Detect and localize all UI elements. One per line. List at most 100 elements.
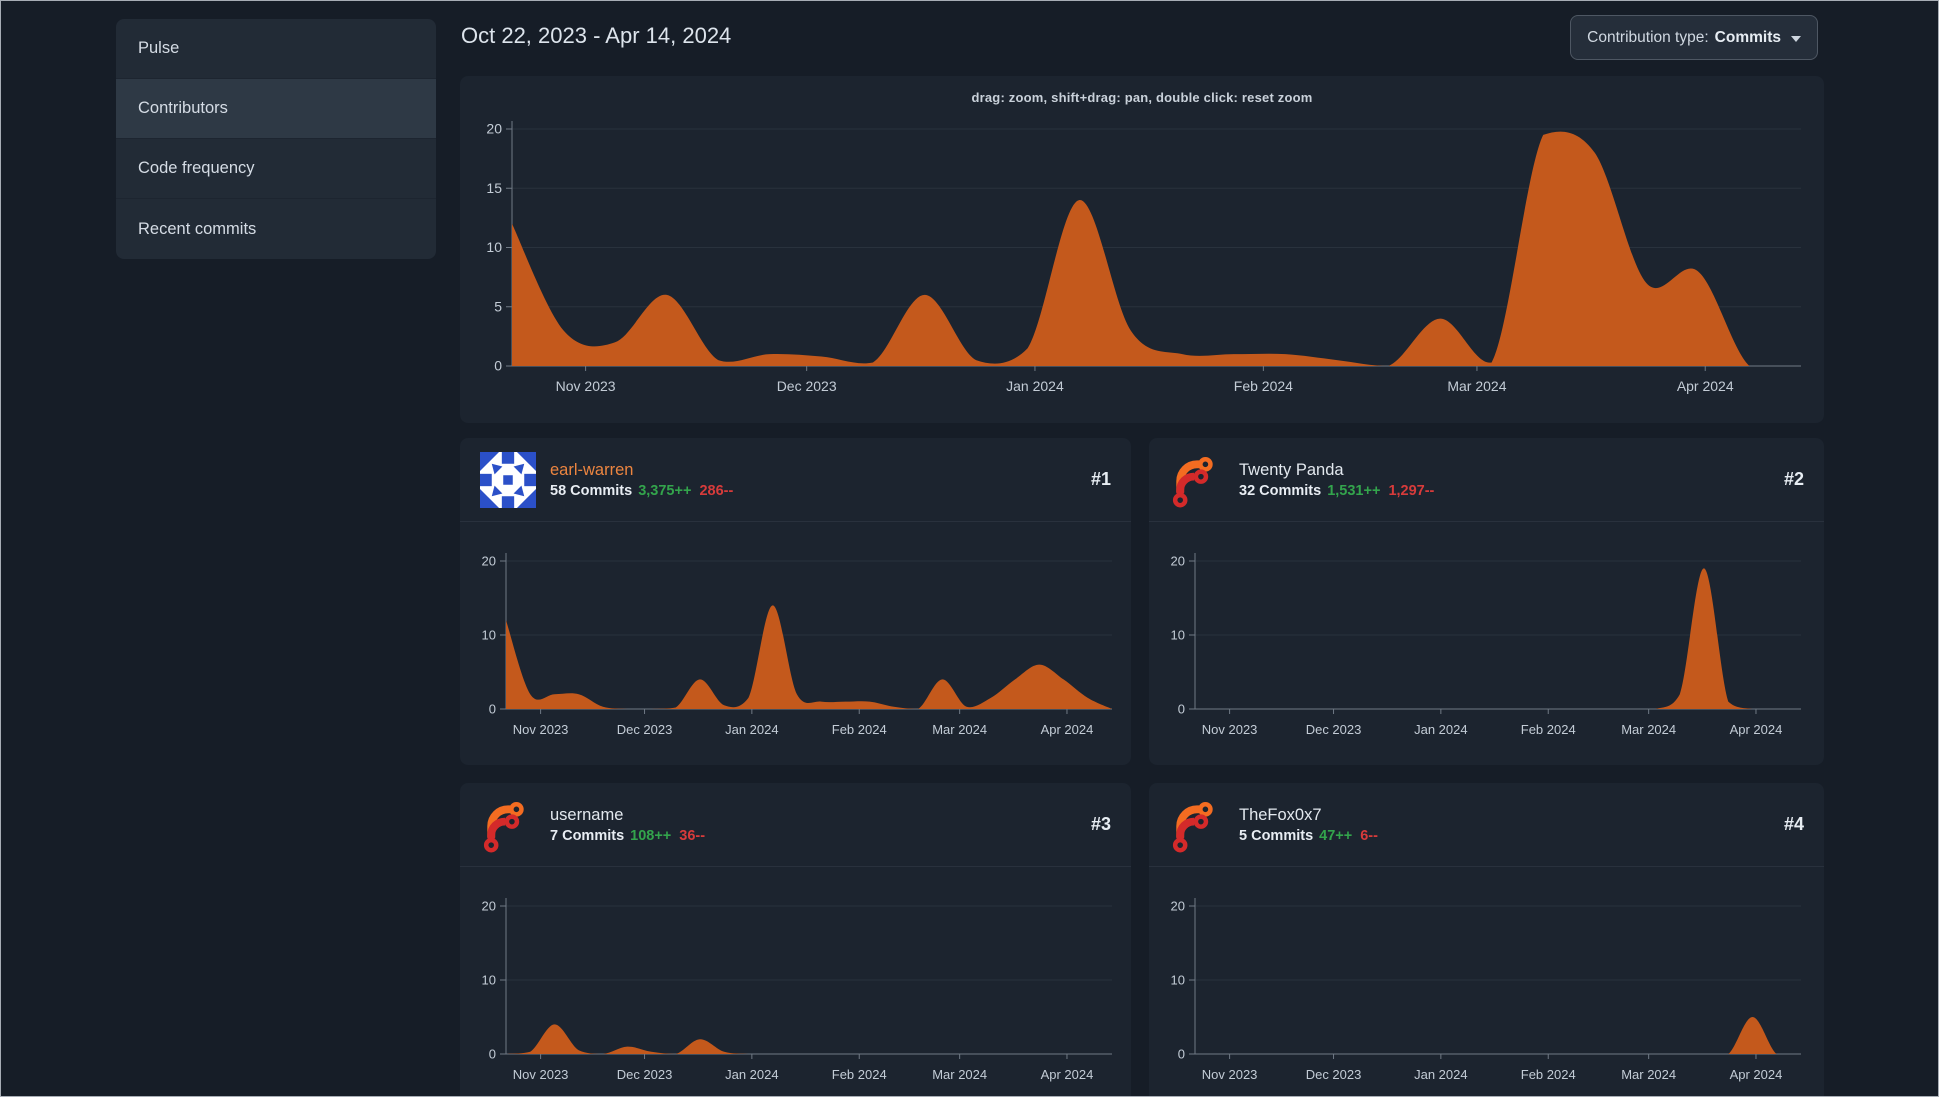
svg-text:20: 20 [482,899,496,914]
sidebar-item-code-frequency[interactable]: Code frequency [116,139,436,199]
svg-text:Mar 2024: Mar 2024 [1621,722,1676,737]
chevron-down-icon [1791,35,1801,42]
contributor-info: Twenty Panda 32 Commits 1,531++ 1,297-- [1239,461,1434,499]
svg-text:10: 10 [1171,973,1185,988]
contributor-card: TheFox0x7 5 Commits 47++ 6-- #4 0 10 20 Nov 2… [1149,783,1824,1097]
additions-count: 108++ [630,827,672,844]
sidebar-item-pulse[interactable]: Pulse [116,19,436,79]
contribution-type-label: Contribution type: [1587,28,1709,46]
svg-text:Feb 2024: Feb 2024 [1234,378,1293,394]
svg-text:Mar 2024: Mar 2024 [1447,378,1506,394]
main-chart-panel: drag: zoom, shift+drag: pan, double clic… [460,76,1824,423]
date-range-title: Oct 22, 2023 - Apr 14, 2024 [461,23,732,48]
contributor-rank-badge: #2 [1783,469,1804,489]
svg-text:10: 10 [482,628,496,643]
contributor-stats: 32 Commits 1,531++ 1,297-- [1239,483,1434,499]
svg-text:Jan 2024: Jan 2024 [1006,378,1064,394]
svg-text:10: 10 [486,239,502,255]
svg-text:Nov 2023: Nov 2023 [1202,722,1258,737]
svg-text:20: 20 [1171,554,1185,569]
main-activity-chart[interactable]: 0 5 10 15 20 Nov 2023 Dec 2023 Jan 2024 Feb 2024… [460,76,1824,423]
contributor-info: earl-warren 58 Commits 3,375++ 286-- [550,461,733,499]
contributor-stats: 5 Commits 47++ 6-- [1239,828,1378,844]
forgejo-logo-avatar [1169,452,1225,508]
sidebar-item-recent-commits[interactable]: Recent commits [116,199,436,259]
additions-count: 47++ [1319,827,1353,844]
svg-text:Dec 2023: Dec 2023 [777,378,837,394]
svg-text:0: 0 [489,1047,496,1062]
forgejo-logo-avatar [480,797,536,853]
svg-text:Nov 2023: Nov 2023 [1202,1067,1258,1082]
svg-text:Dec 2023: Dec 2023 [1306,1067,1362,1082]
contributor-name: TheFox0x7 [1239,805,1322,824]
contributor-activity-chart[interactable]: 0 10 20 Nov 2023 Dec 2023 Jan 2024 Feb 2024 Mar… [1149,867,1820,1097]
contribution-type-button[interactable]: Contribution type: Commits [1570,15,1818,60]
contributor-stats: 7 Commits 108++ 36-- [550,828,705,844]
contributor-name-link[interactable]: earl-warren [550,461,733,480]
svg-text:20: 20 [1171,899,1185,914]
svg-text:Mar 2024: Mar 2024 [1621,1067,1676,1082]
svg-text:0: 0 [494,358,502,374]
svg-text:Mar 2024: Mar 2024 [932,722,987,737]
contributor-rank-badge: #3 [1090,814,1111,834]
contributor-activity-chart[interactable]: 0 10 20 Nov 2023 Dec 2023 Jan 2024 Feb 2024 Mar… [1149,522,1820,765]
commit-count: 32 Commits [1239,482,1322,499]
svg-text:Apr 2024: Apr 2024 [1677,378,1734,394]
svg-text:Nov 2023: Nov 2023 [513,1067,569,1082]
svg-text:Dec 2023: Dec 2023 [617,722,673,737]
deletions-count: 36-- [679,827,706,844]
contributor-card: Twenty Panda 32 Commits 1,531++ 1,297-- #2… [1149,438,1824,765]
commit-count: 58 Commits [550,482,633,499]
svg-text:Mar 2024: Mar 2024 [932,1067,987,1082]
contributor-activity-chart[interactable]: 0 10 20 Nov 2023 Dec 2023 Jan 2024 Feb 2024 Mar… [460,867,1131,1097]
contributor-chart-area: 0 10 20 Nov 2023 Dec 2023 Jan 2024 Feb 2024 Mar… [1149,522,1824,765]
svg-text:Jan 2024: Jan 2024 [725,722,779,737]
svg-text:Dec 2023: Dec 2023 [1306,722,1362,737]
svg-text:0: 0 [489,702,496,717]
svg-text:Feb 2024: Feb 2024 [832,1067,887,1082]
contributor-rank-badge: #4 [1783,814,1804,834]
contributor-card: username 7 Commits 108++ 36-- #3 0 10 20 Nov … [460,783,1131,1097]
sidebar-item-contributors[interactable]: Contributors [116,79,436,139]
contributor-card-header: TheFox0x7 5 Commits 47++ 6-- #4 [1149,783,1824,867]
contributors-page: Pulse Contributors Code frequency Recent… [0,0,1939,1097]
contributor-name: username [550,805,624,824]
sidebar-menu: Pulse Contributors Code frequency Recent… [116,19,436,259]
contributor-card-header: earl-warren 58 Commits 3,375++ 286-- #1 [460,438,1131,522]
contributor-rank-badge: #1 [1090,469,1111,489]
svg-text:0: 0 [1178,1047,1185,1062]
svg-text:15: 15 [486,180,502,196]
deletions-count: 286-- [699,482,734,499]
contributor-stats: 58 Commits 3,375++ 286-- [550,483,733,499]
svg-text:Apr 2024: Apr 2024 [1730,1067,1783,1082]
svg-text:Nov 2023: Nov 2023 [556,378,616,394]
additions-count: 3,375++ [638,482,692,499]
deletions-count: 6-- [1360,827,1378,844]
forgejo-logo-avatar [1169,797,1225,853]
svg-text:0: 0 [1178,702,1185,717]
svg-text:20: 20 [486,121,502,137]
blue-identicon-avatar [480,451,536,508]
svg-text:Nov 2023: Nov 2023 [513,722,569,737]
svg-text:Jan 2024: Jan 2024 [1414,1067,1468,1082]
commit-count: 7 Commits [550,827,625,844]
svg-text:Apr 2024: Apr 2024 [1041,722,1094,737]
contributor-chart-area: 0 10 20 Nov 2023 Dec 2023 Jan 2024 Feb 2024 Mar… [1149,867,1824,1097]
additions-count: 1,531++ [1327,482,1381,499]
svg-text:Feb 2024: Feb 2024 [1521,722,1576,737]
svg-text:Jan 2024: Jan 2024 [1414,722,1468,737]
svg-text:10: 10 [1171,628,1185,643]
svg-text:Feb 2024: Feb 2024 [832,722,887,737]
contributor-card: earl-warren 58 Commits 3,375++ 286-- #1 0 1… [460,438,1131,765]
contributor-info: username 7 Commits 108++ 36-- [550,806,705,844]
svg-text:Apr 2024: Apr 2024 [1730,722,1783,737]
svg-text:Jan 2024: Jan 2024 [725,1067,779,1082]
contributor-info: TheFox0x7 5 Commits 47++ 6-- [1239,806,1378,844]
svg-text:Apr 2024: Apr 2024 [1041,1067,1094,1082]
contributor-chart-area: 0 10 20 Nov 2023 Dec 2023 Jan 2024 Feb 2024 Mar… [460,867,1131,1097]
svg-text:Dec 2023: Dec 2023 [617,1067,673,1082]
contributor-card-header: username 7 Commits 108++ 36-- #3 [460,783,1131,867]
contributor-card-header: Twenty Panda 32 Commits 1,531++ 1,297-- #2 [1149,438,1824,522]
deletions-count: 1,297-- [1388,482,1435,499]
contributor-activity-chart[interactable]: 0 10 20 Nov 2023 Dec 2023 Jan 2024 Feb 2024 Mar… [460,522,1131,765]
